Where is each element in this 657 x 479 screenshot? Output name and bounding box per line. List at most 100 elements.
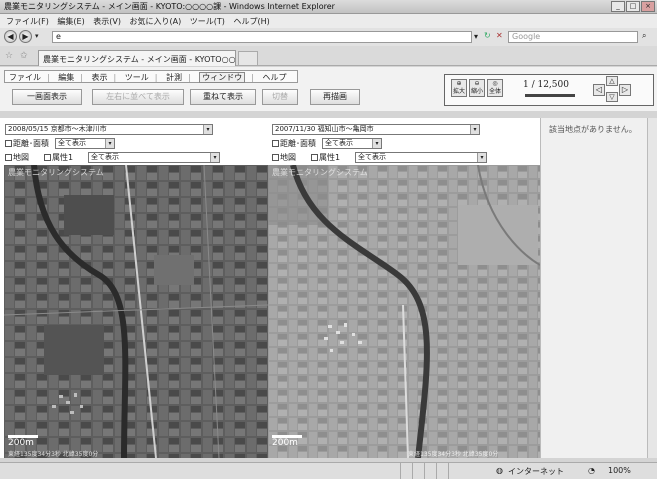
left-distance-value: 全て表示 <box>58 139 86 147</box>
vertical-scrollbar[interactable] <box>647 118 657 458</box>
left-aerial-imagery <box>4 165 268 458</box>
left-attr-value: 全て表示 <box>91 153 119 161</box>
history-dropdown-icon[interactable]: ▾ <box>35 32 39 40</box>
left-distance-select[interactable]: 全て表示 ▾ <box>55 138 115 149</box>
right-attr-value: 全て表示 <box>358 153 386 161</box>
left-map-label: 地図 <box>13 153 29 162</box>
right-distance-control: 距離･面積 <box>272 138 316 149</box>
magnifier-minus-icon: ⊖ <box>474 80 480 87</box>
left-aerial-map[interactable]: 農業モニタリングシステム 200m 東経135度34分3秒 北緯35度0分 <box>4 165 268 458</box>
zone-label: インターネット <box>508 467 564 476</box>
left-date-area-select[interactable]: 2008/05/15 京都市～木津川市 ▾ <box>5 124 213 135</box>
full-extent-button[interactable]: ◎ 全体 <box>487 79 503 97</box>
scale-slider[interactable] <box>525 94 575 97</box>
scale-readout: 1 / 12,500 <box>523 80 569 90</box>
menu-favorites[interactable]: お気に入り(A) <box>130 16 182 27</box>
left-map-control: 地図 <box>5 152 29 163</box>
app-menu-window[interactable]: ウィンドウ <box>199 72 246 83</box>
overlay-button[interactable]: 重ねて表示 <box>190 89 256 105</box>
full-extent-label: 全体 <box>488 88 501 95</box>
magnifier-plus-icon: ⊕ <box>456 80 462 87</box>
left-distance-checkbox[interactable] <box>5 140 12 147</box>
right-distance-checkbox[interactable] <box>272 140 279 147</box>
window-title: 農業モニタリングシステム - メイン画面 - KYOTO:○○○○課 - Win… <box>4 2 335 11</box>
right-scale-label: 200m <box>272 438 298 448</box>
search-input[interactable]: Google <box>508 31 638 43</box>
left-attr-checkbox[interactable] <box>44 154 51 161</box>
left-attr-control: 属性1 <box>44 152 73 163</box>
right-aerial-map[interactable]: 農業モニタリングシステム 200m 東経135度34分3秒 北緯35度0分 <box>268 165 540 458</box>
right-date-area-value: 2007/11/30 福知山市～亀岡市 <box>275 125 374 133</box>
right-distance-label: 距離･面積 <box>280 139 316 148</box>
chevron-down-icon: ▾ <box>105 139 114 148</box>
no-result-message: 該当地点がありません。 <box>549 125 637 134</box>
right-attr-select[interactable]: 全て表示 ▾ <box>355 152 487 163</box>
status-divider <box>436 463 448 479</box>
forward-icon[interactable]: ▶ <box>19 30 32 43</box>
pan-up-icon[interactable]: △ <box>606 76 618 86</box>
menu-view[interactable]: 表示(V) <box>93 16 121 27</box>
go-dropdown-icon[interactable]: ▾ <box>474 32 478 41</box>
new-tab-button[interactable] <box>238 51 258 66</box>
app-menu-view[interactable]: 表示 <box>92 73 108 82</box>
pan-right-icon[interactable]: ▷ <box>619 84 631 96</box>
stop-icon[interactable]: ✕ <box>496 31 503 40</box>
left-date-area-value: 2008/05/15 京都市～木津川市 <box>8 125 107 133</box>
zoom-in-button[interactable]: ⊕ 拡大 <box>451 79 467 97</box>
chevron-down-icon: ▾ <box>372 139 381 148</box>
right-distance-select[interactable]: 全て表示 ▾ <box>322 138 382 149</box>
right-attr-control: 属性1 <box>311 152 340 163</box>
maximize-button[interactable]: □ <box>626 1 640 12</box>
right-map-watermark: 農業モニタリングシステム <box>272 168 368 177</box>
status-divider <box>412 463 424 479</box>
app-menu-tools[interactable]: ツール <box>125 73 149 82</box>
close-button[interactable]: × <box>641 1 655 12</box>
left-map-watermark: 農業モニタリングシステム <box>8 168 104 177</box>
minimize-button[interactable]: _ <box>611 1 625 12</box>
right-map-checkbox[interactable] <box>272 154 279 161</box>
right-map-control: 地図 <box>272 152 296 163</box>
address-input[interactable]: e <box>52 31 472 43</box>
left-map-checkbox[interactable] <box>5 154 12 161</box>
menu-edit[interactable]: 編集(E) <box>57 16 84 27</box>
left-coordinates: 東経135度34分3秒 北緯35度0分 <box>8 451 99 458</box>
magnifier-icon: ◎ <box>492 80 498 87</box>
menu-tools[interactable]: ツール(T) <box>190 16 225 27</box>
address-bar: ◀ ▶ ▾ e ▾ ↻ ✕ Google ⌕ <box>0 28 657 46</box>
left-attr-select[interactable]: 全て表示 ▾ <box>88 152 220 163</box>
app-menu-group: ファイル | 編集 | 表示 | ツール | 計測 | ウィンドウ | ヘルプ <box>4 70 298 83</box>
single-view-button[interactable]: 一画面表示 <box>12 89 82 105</box>
right-map-label: 地図 <box>280 153 296 162</box>
app-menu-measure[interactable]: 計測 <box>166 73 182 82</box>
status-divider <box>424 463 436 479</box>
app-menu-edit[interactable]: 編集 <box>58 73 74 82</box>
back-icon[interactable]: ◀ <box>4 30 17 43</box>
search-icon[interactable]: ⌕ <box>642 31 646 41</box>
redraw-button[interactable]: 再描画 <box>310 89 360 105</box>
right-coordinates: 東経135度34分3秒 北緯35度0分 <box>408 451 499 458</box>
add-favorite-icon[interactable]: ✩ <box>20 51 28 61</box>
zoom-out-label: 縮小 <box>470 88 483 95</box>
menu-file[interactable]: ファイル(F) <box>6 16 49 27</box>
right-distance-value: 全て表示 <box>325 139 353 147</box>
right-attr-checkbox[interactable] <box>311 154 318 161</box>
zoom-level[interactable]: 100% <box>608 466 631 475</box>
pan-left-icon[interactable]: ◁ <box>593 84 605 96</box>
status-divider <box>448 463 460 479</box>
right-date-area-select[interactable]: 2007/11/30 福知山市～亀岡市 ▾ <box>272 124 480 135</box>
side-by-side-button[interactable]: 左右に並べて表示 <box>92 89 184 105</box>
chevron-down-icon: ▾ <box>203 125 212 134</box>
globe-icon: ◍ <box>496 466 503 475</box>
refresh-icon[interactable]: ↻ <box>484 31 491 40</box>
toggle-button[interactable]: 切替 <box>262 89 298 105</box>
security-icon[interactable]: ◔ <box>588 466 595 475</box>
app-menu-help[interactable]: ヘルプ <box>263 73 287 82</box>
app-menu-file[interactable]: ファイル <box>9 73 41 82</box>
favorites-star-icon[interactable]: ☆ <box>5 51 13 61</box>
tab-main-screen[interactable]: 農業モニタリングシステム - メイン画面 - KYOTO○○... <box>38 50 236 66</box>
menu-help[interactable]: ヘルプ(H) <box>233 16 269 27</box>
pan-down-icon[interactable]: ▽ <box>606 92 618 102</box>
left-scale-label: 200m <box>8 438 34 448</box>
zoom-out-button[interactable]: ⊖ 縮小 <box>469 79 485 97</box>
title-bar: 農業モニタリングシステム - メイン画面 - KYOTO:○○○○課 - Win… <box>0 0 657 14</box>
